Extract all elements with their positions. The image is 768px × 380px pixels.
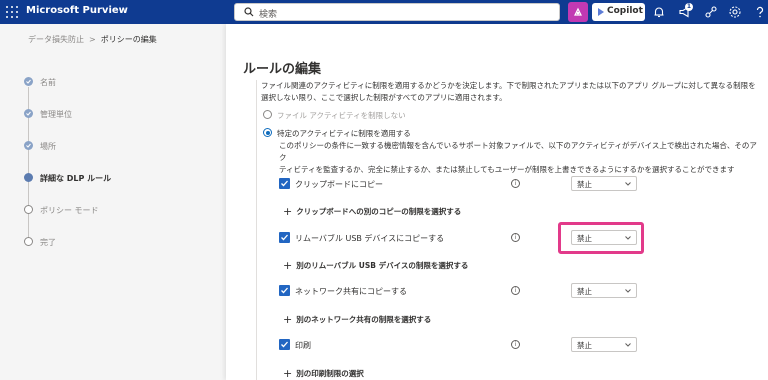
add-network-share-restriction-button[interactable]: + 別のネットワーク共有の制限を選択する bbox=[283, 312, 432, 326]
add-print-restriction-button[interactable]: + 別の印刷制限の選択 bbox=[283, 366, 364, 380]
rule-label-print: 印刷 bbox=[295, 341, 311, 350]
breadcrumb: データ損失防止 > ポリシーの編集 bbox=[28, 34, 157, 45]
step-complete-icon bbox=[24, 141, 33, 150]
breadcrumb-current: ポリシーの編集 bbox=[100, 35, 157, 44]
add-restriction-label: 別のネットワーク共有の制限を選択する bbox=[296, 315, 432, 324]
chevron-down-icon bbox=[625, 289, 631, 293]
description-line: このポリシーの条件に一致する機密情報を含んでいるサポート対象ファイルで、以下のア… bbox=[279, 141, 757, 162]
bell-icon[interactable] bbox=[652, 5, 666, 19]
checkbox-network-share[interactable] bbox=[279, 285, 290, 296]
rule-content: ファイル関連のアクティビティに制限を適用するかどうかを決定します。下で制限された… bbox=[256, 80, 768, 380]
step-complete-icon bbox=[24, 77, 33, 86]
step-pending-icon bbox=[24, 205, 33, 214]
share-icon[interactable] bbox=[704, 5, 718, 19]
chevron-down-icon bbox=[625, 343, 631, 347]
breadcrumb-parent[interactable]: データ損失防止 bbox=[28, 35, 84, 44]
info-icon[interactable]: i bbox=[511, 179, 520, 188]
checkbox-clipboard[interactable] bbox=[279, 178, 290, 189]
step-pending-icon bbox=[24, 237, 33, 246]
rule-label-clipboard: クリップボードにコピー bbox=[295, 180, 383, 189]
plus-icon: + bbox=[283, 205, 293, 218]
breadcrumb-separator: > bbox=[89, 35, 96, 44]
dropdown-value: 禁止 bbox=[577, 180, 592, 189]
dropdown-value: 禁止 bbox=[577, 287, 592, 296]
add-usb-restriction-button[interactable]: + 別のリムーバブル USB デバイスの制限を選択する bbox=[283, 258, 469, 272]
description-line: ファイル関連のアクティビティに制限を適用するかどうかを決定します。下で制限された… bbox=[261, 81, 756, 90]
step-complete-icon bbox=[24, 109, 33, 118]
plus-icon: + bbox=[283, 313, 293, 326]
notification-badge: 1 bbox=[685, 3, 693, 11]
info-icon[interactable]: i bbox=[511, 340, 520, 349]
step-current-icon bbox=[24, 173, 33, 182]
rule-label-network-share: ネットワーク共有にコピーする bbox=[295, 287, 407, 296]
step-admin-units[interactable]: 管理単位 bbox=[40, 109, 72, 120]
copilot-button[interactable]: Copilot bbox=[592, 3, 645, 21]
edit-rule-panel: ルールの編集 ファイル関連のアクティビティに制限を適用するかどうかを決定します。… bbox=[226, 24, 768, 380]
help-icon[interactable] bbox=[753, 5, 767, 19]
rule-description: ファイル関連のアクティビティに制限を適用するかどうかを決定します。下で制限された… bbox=[261, 80, 761, 104]
description-line: 選択しない限り、ここで選択した制限がすべてのアプリに適用されます。 bbox=[261, 93, 507, 102]
search-icon bbox=[244, 7, 254, 17]
highlight-annotation bbox=[558, 222, 644, 254]
copilot-icon-button[interactable] bbox=[568, 2, 588, 22]
description-line: ティビティを監査するか、完全に禁止するか、または禁止してもユーザーが制限を上書き… bbox=[279, 165, 735, 174]
chevron-down-icon bbox=[625, 182, 631, 186]
step-locations[interactable]: 場所 bbox=[40, 141, 56, 152]
search-input[interactable]: 検索 bbox=[234, 3, 560, 21]
step-policy-mode[interactable]: ポリシー モード bbox=[40, 205, 99, 216]
copilot-logo-icon bbox=[598, 8, 604, 16]
top-bar: Microsoft Purview 検索 Copilot 1 bbox=[0, 0, 768, 24]
app-title[interactable]: Microsoft Purview bbox=[26, 5, 128, 16]
checkbox-print[interactable] bbox=[279, 339, 290, 350]
rule-label-usb: リムーバブル USB デバイスにコピーする bbox=[295, 234, 445, 243]
radio-no-restrict-label[interactable]: ファイル アクティビティを制限しない bbox=[277, 110, 406, 121]
copilot-label: Copilot bbox=[607, 6, 643, 16]
restrict-description: このポリシーの条件に一致する機密情報を含んでいるサポート対象ファイルで、以下のア… bbox=[279, 140, 761, 176]
action-dropdown-clipboard[interactable]: 禁止 bbox=[571, 176, 637, 191]
radio-no-restrict[interactable] bbox=[263, 110, 272, 119]
plus-icon: + bbox=[283, 367, 293, 380]
search-placeholder: 検索 bbox=[259, 10, 278, 20]
dropdown-value: 禁止 bbox=[577, 341, 592, 350]
radio-restrict[interactable] bbox=[263, 128, 272, 137]
step-finish[interactable]: 完了 bbox=[40, 237, 56, 248]
radio-restrict-label[interactable]: 特定のアクティビティに制限を適用する bbox=[277, 128, 411, 139]
checkbox-usb[interactable] bbox=[279, 232, 290, 243]
step-advanced-dlp-rules[interactable]: 詳細な DLP ルール bbox=[40, 173, 111, 184]
copilot-icon bbox=[574, 7, 582, 16]
add-restriction-label: 別のリムーバブル USB デバイスの制限を選択する bbox=[296, 261, 469, 270]
plus-icon: + bbox=[283, 259, 293, 272]
app-launcher-icon[interactable] bbox=[6, 6, 18, 18]
add-restriction-label: 別の印刷制限の選択 bbox=[296, 369, 364, 378]
gear-icon[interactable] bbox=[728, 5, 742, 19]
action-dropdown-network-share[interactable]: 禁止 bbox=[571, 283, 637, 298]
info-icon[interactable]: i bbox=[511, 233, 520, 242]
wizard-sidebar: データ損失防止 > ポリシーの編集 名前 管理単位 場所 詳細な DLP ルール ポ… bbox=[0, 24, 224, 380]
action-dropdown-print[interactable]: 禁止 bbox=[571, 337, 637, 352]
add-clipboard-restriction-button[interactable]: + クリップボードへの別のコピーの制限を選択する bbox=[283, 204, 462, 218]
step-name[interactable]: 名前 bbox=[40, 77, 56, 88]
page-title: ルールの編集 bbox=[243, 62, 322, 77]
add-restriction-label: クリップボードへの別のコピーの制限を選択する bbox=[296, 207, 462, 216]
info-icon[interactable]: i bbox=[511, 286, 520, 295]
